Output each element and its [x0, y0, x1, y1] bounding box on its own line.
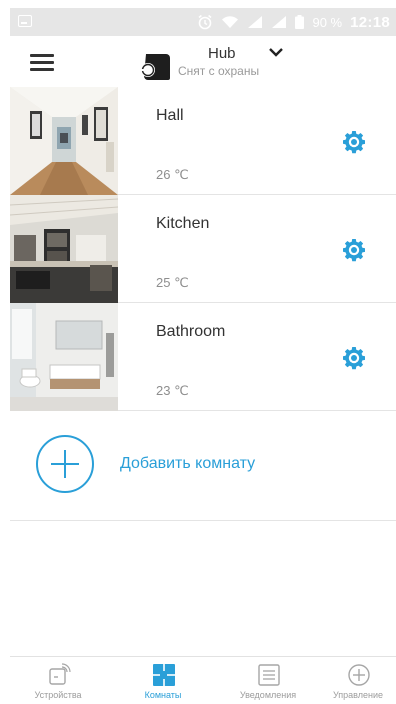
nav-label-rooms: Комнаты — [144, 690, 182, 700]
nav-tab-rooms[interactable]: Комнаты — [115, 657, 211, 704]
room-item-kitchen[interactable]: Kitchen 25 ℃ — [10, 195, 396, 303]
room-item-hall[interactable]: Hall 26 ℃ — [10, 87, 396, 195]
menu-icon — [30, 54, 54, 57]
room-temperature: 25 ℃ — [156, 275, 189, 290]
alarm-icon — [197, 14, 213, 30]
hub-name: Hub — [208, 45, 236, 62]
clock: 12:18 — [350, 13, 390, 31]
room-photo-bathroom — [10, 303, 118, 411]
cellular-signal-2-icon — [271, 15, 287, 29]
gear-icon[interactable] — [342, 238, 366, 262]
gear-icon[interactable] — [342, 130, 366, 154]
chevron-down-icon — [269, 48, 283, 57]
control-icon — [348, 664, 370, 686]
room-photo-kitchen — [10, 195, 118, 303]
gear-icon[interactable] — [342, 346, 366, 370]
bottom-navigation: Устройства Комнаты Уведомления Управлени… — [10, 656, 396, 704]
nav-label-notifications: Уведомления — [239, 690, 297, 700]
room-temperature: 26 ℃ — [156, 167, 189, 182]
app-header: Hub Снят с охраны — [10, 36, 396, 88]
battery-icon — [295, 15, 305, 29]
nav-tab-control[interactable]: Управление — [310, 657, 396, 704]
devices-icon — [49, 663, 71, 685]
cellular-signal-icon — [247, 15, 263, 29]
screenshot-notification-icon — [18, 15, 32, 27]
add-room-button[interactable]: Добавить комнату — [10, 411, 396, 521]
room-name: Hall — [156, 107, 184, 124]
room-temperature: 23 ℃ — [156, 383, 189, 398]
nav-tab-notifications[interactable]: Уведомления — [220, 657, 316, 704]
rooms-icon — [153, 664, 175, 686]
room-name: Kitchen — [156, 215, 210, 232]
room-item-bathroom[interactable]: Bathroom 23 ℃ — [10, 303, 396, 411]
wifi-icon — [221, 15, 239, 29]
battery-percent: 90 % — [312, 14, 343, 30]
hub-device-icon — [141, 54, 170, 80]
nav-label-control: Управление — [332, 690, 384, 700]
status-bar: 90 % 12:18 — [10, 8, 396, 36]
status-bar-indicators: 90 % 12:18 — [197, 13, 390, 31]
hub-selector[interactable]: Hub Снят с охраны — [132, 42, 312, 84]
room-photo-hall — [10, 87, 118, 195]
plus-circle-icon — [36, 435, 94, 493]
nav-label-devices: Устройства — [34, 690, 82, 700]
notifications-icon — [258, 664, 280, 686]
hub-security-status: Снят с охраны — [178, 64, 260, 78]
add-room-label: Добавить комнату — [120, 455, 256, 472]
room-name: Bathroom — [156, 323, 226, 340]
menu-button[interactable] — [30, 52, 56, 74]
nav-tab-devices[interactable]: Устройства — [10, 657, 106, 704]
app-screen: 90 % 12:18 Hub Снят с охраны Hall 26 ℃ K… — [10, 8, 396, 704]
